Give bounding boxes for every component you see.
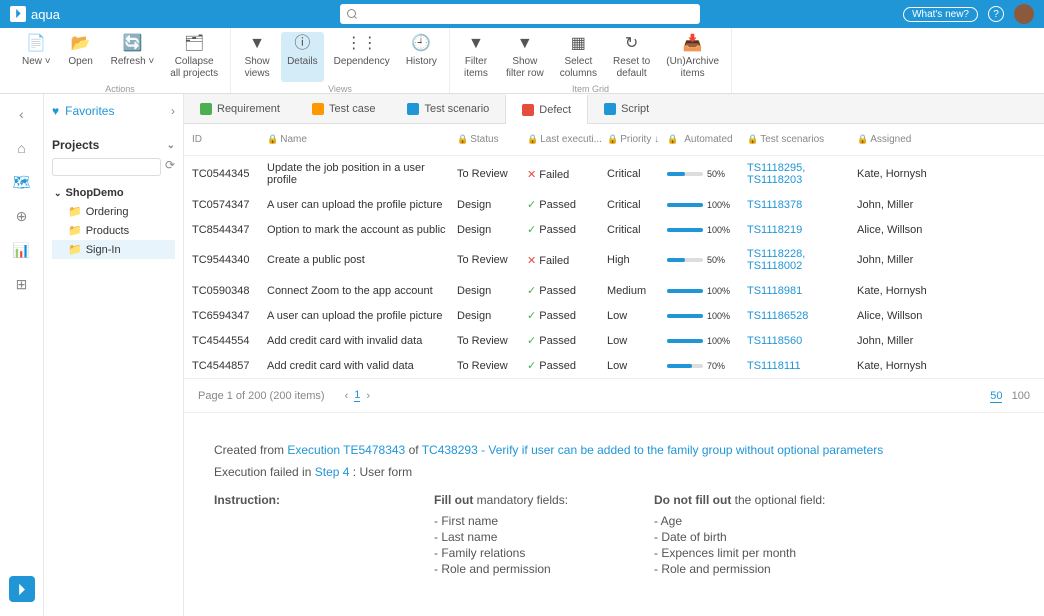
pager-next[interactable]: › (366, 390, 370, 402)
tree-item-ordering[interactable]: 📁Ordering (52, 202, 175, 221)
scenario-link[interactable]: TS1118378 (747, 199, 857, 211)
lock-icon: 🔒 (267, 134, 278, 144)
content: RequirementTest caseTest scenarioDefectS… (184, 94, 1044, 616)
execution-link[interactable]: Execution TE5478343 (287, 443, 405, 457)
pagesize-50[interactable]: 50 (990, 390, 1002, 403)
heart-icon: ♥ (52, 104, 59, 118)
scenario-link[interactable]: TS1118560 (747, 335, 857, 347)
scenario-link[interactable]: TS1118219 (747, 224, 857, 236)
folder-icon: 📁 (68, 205, 82, 218)
table-row[interactable]: TC9544340Create a public postTo Review✕ … (184, 242, 1044, 278)
projects-header[interactable]: Projects ⌄ (52, 138, 175, 152)
home-icon[interactable]: ⌂ (12, 138, 32, 158)
chevron-down-icon: ⌄ (54, 188, 62, 199)
pager-text: Page 1 of 200 (200 items) (198, 390, 325, 402)
pagesize-100[interactable]: 100 (1012, 390, 1030, 402)
ribbon-history[interactable]: 🕘History (400, 32, 443, 82)
testcase-link[interactable]: TC438293 - Verify if user can be added t… (422, 443, 884, 457)
tab-test-scenario[interactable]: Test scenario (391, 94, 505, 123)
topbar: ⏵ aqua What's new? ? (0, 0, 1044, 28)
detail-panel: Created from Execution TE5478343 of TC43… (184, 412, 1044, 607)
table-row[interactable]: TC6594347A user can upload the profile p… (184, 303, 1044, 328)
chevron-down-icon: ⌄ (167, 140, 175, 151)
plugin-icon[interactable]: ⊕ (12, 206, 32, 226)
pager: Page 1 of 200 (200 items) ‹ 1 › 50 100 (184, 378, 1044, 412)
column-header[interactable]: ID (192, 134, 267, 145)
chevron-right-icon: › (171, 104, 175, 118)
ribbon-show-views[interactable]: ▼Showviews (237, 32, 277, 82)
lock-icon: 🔒 (527, 134, 538, 144)
grid-header: ID🔒Name🔒Status🔒Last executi...🔒Priority … (184, 124, 1044, 156)
help-icon[interactable]: ? (988, 6, 1004, 22)
ribbon-show-filter-row[interactable]: ▼Showfilter row (500, 32, 550, 82)
back-icon[interactable]: ‹ (12, 104, 32, 124)
column-header[interactable]: 🔒Status (457, 134, 527, 145)
ribbon: 📄New ˅📂Open🔄Refresh ˅🗂Collapseall projec… (0, 28, 1044, 94)
ribbon--un-archive-items[interactable]: 📥(Un)Archiveitems (660, 32, 725, 82)
lock-icon: 🔒 (607, 134, 618, 144)
table-row[interactable]: TC0574347A user can upload the profile p… (184, 192, 1044, 217)
whats-new-button[interactable]: What's new? (903, 7, 978, 22)
tab-requirement[interactable]: Requirement (184, 94, 296, 123)
search-bar (340, 4, 700, 24)
project-search-input[interactable] (52, 158, 161, 176)
ribbon-refresh-[interactable]: 🔄Refresh ˅ (105, 32, 161, 82)
pager-prev[interactable]: ‹ (345, 390, 349, 402)
tree-item-products[interactable]: 📁Products (52, 221, 175, 240)
refresh-icon[interactable]: ⟳ (165, 158, 175, 176)
lock-icon: 🔒 (667, 134, 678, 145)
ribbon-reset-to-default[interactable]: ↻Reset todefault (607, 32, 656, 82)
column-header[interactable]: 🔒Assigned (857, 134, 947, 145)
ribbon-details[interactable]: ⓘDetails (281, 32, 324, 82)
table-row[interactable]: TC4544554Add credit card with invalid da… (184, 328, 1044, 353)
aqua-badge-icon[interactable]: ⏵ (9, 576, 35, 602)
scenario-link[interactable]: TS1118111 (747, 360, 857, 372)
lock-icon: 🔒 (857, 134, 868, 144)
step-link[interactable]: Step 4 (315, 465, 350, 479)
tab-script[interactable]: Script (588, 94, 665, 123)
scenario-link[interactable]: TS1118228, TS1118002 (747, 248, 857, 272)
ribbon-dependency[interactable]: ⋮⋮Dependency (328, 32, 396, 82)
table-row[interactable]: TC8544347Option to mark the account as p… (184, 217, 1044, 242)
left-rail: ‹ ⌂ 🗺 ⊕ 📊 ⊞ ⏵ (0, 94, 44, 616)
scenario-link[interactable]: TS1118981 (747, 285, 857, 297)
lock-icon: 🔒 (457, 134, 468, 144)
table-row[interactable]: TC4544857Add credit card with valid data… (184, 353, 1044, 378)
ribbon-collapse-all-projects[interactable]: 🗂Collapseall projects (164, 32, 224, 82)
tab-defect[interactable]: Defect (505, 94, 588, 124)
scenario-link[interactable]: TS1118295, TS1118203 (747, 162, 857, 186)
column-header[interactable]: 🔒Priority ↓ (607, 134, 667, 145)
report-icon[interactable]: 📊 (12, 240, 32, 260)
folder-icon: 📁 (68, 224, 82, 237)
scenario-link[interactable]: TS11186528 (747, 310, 857, 322)
ribbon-new-[interactable]: 📄New ˅ (16, 32, 57, 82)
user-avatar[interactable] (1014, 4, 1034, 24)
item-grid: ID🔒Name🔒Status🔒Last executi...🔒Priority … (184, 124, 1044, 412)
grid-icon[interactable]: ⊞ (12, 274, 32, 294)
item-type-tabs: RequirementTest caseTest scenarioDefectS… (184, 94, 1044, 124)
tab-test-case[interactable]: Test case (296, 94, 391, 123)
search-input[interactable] (340, 4, 700, 24)
ribbon-filter-items[interactable]: ▼Filteritems (456, 32, 496, 82)
ribbon-select-columns[interactable]: ▦Selectcolumns (554, 32, 603, 82)
folder-icon: 📁 (68, 243, 82, 256)
table-row[interactable]: TC0544345Update the job position in a us… (184, 156, 1044, 192)
column-header[interactable]: 🔒Name (267, 134, 457, 145)
ribbon-open[interactable]: 📂Open (61, 32, 101, 82)
brand-text: aqua (31, 7, 60, 22)
column-header[interactable]: 🔒Last executi... (527, 134, 607, 145)
brand-logo[interactable]: ⏵ aqua (10, 6, 60, 22)
instruction-label: Instruction: (214, 493, 280, 507)
sidebar: ♥ Favorites › Projects ⌄ ⟳ ⌄ ShopDemo 📁O… (44, 94, 184, 616)
projects-icon[interactable]: 🗺 (12, 172, 32, 192)
tree-item-sign-in[interactable]: 📁Sign-In (52, 240, 175, 259)
lock-icon: 🔒 (747, 134, 758, 144)
column-header[interactable]: 🔒Test scenarios (747, 134, 857, 145)
logo-icon: ⏵ (10, 6, 26, 22)
column-header[interactable]: 🔒Automated (667, 134, 747, 145)
table-row[interactable]: TC0590348Connect Zoom to the app account… (184, 278, 1044, 303)
tree-root[interactable]: ⌄ ShopDemo (52, 184, 175, 202)
favorites-header[interactable]: ♥ Favorites › (52, 104, 175, 118)
pager-page[interactable]: 1 (354, 389, 360, 402)
